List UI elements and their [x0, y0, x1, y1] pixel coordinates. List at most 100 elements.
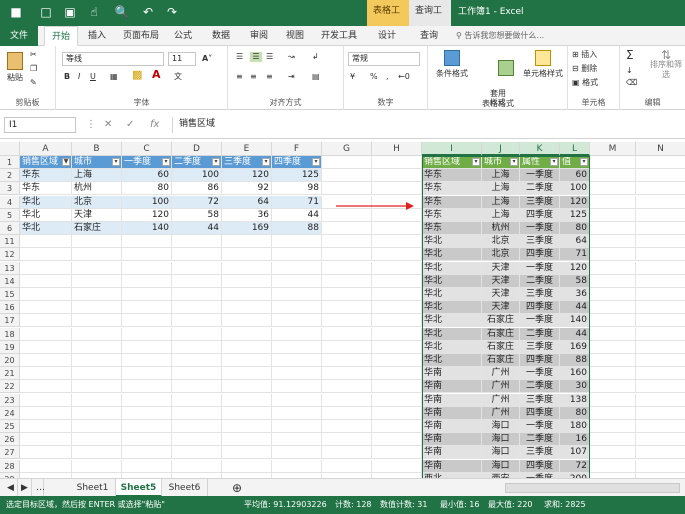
table-header-cell[interactable]: 四季度 ▾	[272, 156, 322, 169]
orientation-icon[interactable]: ↝	[288, 52, 295, 62]
cell[interactable]	[172, 367, 222, 381]
row-header-2[interactable]: 2	[0, 169, 20, 183]
tab-view[interactable]: 视图	[280, 26, 310, 46]
table-cell[interactable]: 四季度	[520, 248, 560, 262]
table-cell[interactable]: 80	[560, 222, 590, 235]
table-cell[interactable]: 120	[122, 208, 172, 222]
cell[interactable]	[322, 235, 372, 249]
table-cell[interactable]: 天津	[482, 301, 520, 315]
cell[interactable]	[72, 406, 122, 420]
cell[interactable]	[322, 182, 372, 196]
cell[interactable]	[122, 367, 172, 381]
cell[interactable]	[272, 248, 322, 262]
scroll-right-icon[interactable]: ▶	[18, 479, 32, 497]
tab-insert[interactable]: 插入	[82, 26, 112, 46]
comma-icon[interactable]: ,	[386, 72, 389, 82]
table-cell[interactable]: 天津	[482, 261, 520, 275]
table-header-cell[interactable]: 一季度 ▾	[122, 156, 172, 169]
row-header-24[interactable]: 24	[0, 406, 20, 420]
cell[interactable]	[122, 459, 172, 473]
fill-color-icon[interactable]: ▩	[132, 69, 142, 80]
table-cell[interactable]: 华北	[422, 248, 482, 262]
add-sheet-icon[interactable]: ⊕	[228, 479, 246, 497]
table-cell[interactable]: 36	[560, 288, 590, 301]
cell[interactable]	[20, 288, 72, 301]
cell[interactable]	[636, 169, 685, 183]
table-cell[interactable]: 72	[560, 459, 590, 473]
cell[interactable]	[322, 222, 372, 235]
row-header-27[interactable]: 27	[0, 446, 20, 460]
table-cell[interactable]: 三季度	[520, 446, 560, 460]
table-cell[interactable]: 华南	[422, 420, 482, 433]
cell[interactable]	[636, 420, 685, 433]
table-cell[interactable]: 120	[222, 169, 272, 183]
cell[interactable]	[172, 406, 222, 420]
cell[interactable]	[322, 420, 372, 433]
row-header-16[interactable]: 16	[0, 301, 20, 315]
table-cell[interactable]: 180	[560, 420, 590, 433]
cell[interactable]	[590, 248, 636, 262]
cell[interactable]	[372, 314, 422, 328]
cell[interactable]	[122, 288, 172, 301]
table-cell[interactable]: 四季度	[520, 406, 560, 420]
cell[interactable]	[322, 380, 372, 394]
cell[interactable]	[172, 459, 222, 473]
cell[interactable]	[122, 420, 172, 433]
table-cell[interactable]: 海口	[482, 420, 520, 433]
cell[interactable]	[590, 433, 636, 447]
cell[interactable]	[322, 354, 372, 367]
table-cell[interactable]: 140	[560, 314, 590, 328]
cell[interactable]	[72, 446, 122, 460]
table-cell[interactable]: 海口	[482, 433, 520, 447]
table-cell[interactable]: 华南	[422, 446, 482, 460]
cell[interactable]	[20, 406, 72, 420]
cell[interactable]	[372, 380, 422, 394]
cell[interactable]	[222, 235, 272, 249]
cell[interactable]	[222, 367, 272, 381]
table-cell[interactable]: 100	[172, 169, 222, 183]
table-cell[interactable]: 北京	[482, 248, 520, 262]
cell[interactable]	[322, 340, 372, 354]
cell[interactable]	[222, 380, 272, 394]
cell[interactable]	[590, 195, 636, 209]
format-cells-button[interactable]: ▣ 格式	[572, 78, 598, 88]
cell[interactable]	[590, 235, 636, 249]
cell[interactable]	[372, 406, 422, 420]
column-header-g[interactable]: G	[322, 142, 372, 156]
cell-styles-button[interactable]: 单元格样式	[520, 50, 566, 79]
table-cell[interactable]: 华北	[422, 261, 482, 275]
bold-icon[interactable]: B	[64, 72, 70, 82]
cell[interactable]	[372, 169, 422, 183]
cell[interactable]	[122, 327, 172, 341]
cell[interactable]	[322, 169, 372, 183]
cell[interactable]	[636, 222, 685, 235]
cell[interactable]	[20, 420, 72, 433]
decimal-icon[interactable]: ←0	[398, 72, 410, 82]
table-header-cell[interactable]: 城市 ▾	[482, 156, 520, 169]
table-cell[interactable]: 华北	[422, 235, 482, 249]
cell[interactable]	[222, 354, 272, 367]
italic-icon[interactable]: I	[78, 72, 80, 82]
cell[interactable]	[322, 274, 372, 288]
cell[interactable]	[322, 459, 372, 473]
insert-function-icon[interactable]: fx	[150, 117, 159, 133]
cell[interactable]	[636, 460, 685, 473]
cell[interactable]	[20, 340, 72, 354]
cell[interactable]	[272, 288, 322, 301]
table-cell[interactable]: 华北	[422, 274, 482, 288]
align-bottom-icon[interactable]: ☰	[266, 52, 273, 62]
cell[interactable]	[590, 327, 636, 341]
column-header-c[interactable]: C	[122, 142, 172, 156]
cut-icon[interactable]: ✂	[30, 50, 37, 60]
new-icon[interactable]: ▣	[62, 4, 78, 20]
cell[interactable]	[272, 340, 322, 354]
cell[interactable]	[172, 393, 222, 407]
cell[interactable]	[272, 274, 322, 288]
table-cell[interactable]: 58	[560, 274, 590, 288]
cell[interactable]	[590, 420, 636, 433]
table-cell[interactable]: 上海	[482, 195, 520, 209]
table-cell[interactable]: 64	[222, 195, 272, 209]
align-left-icon[interactable]: ≡	[236, 72, 243, 82]
cell[interactable]	[20, 354, 72, 367]
grow-font-icon[interactable]: A˅	[202, 54, 212, 64]
